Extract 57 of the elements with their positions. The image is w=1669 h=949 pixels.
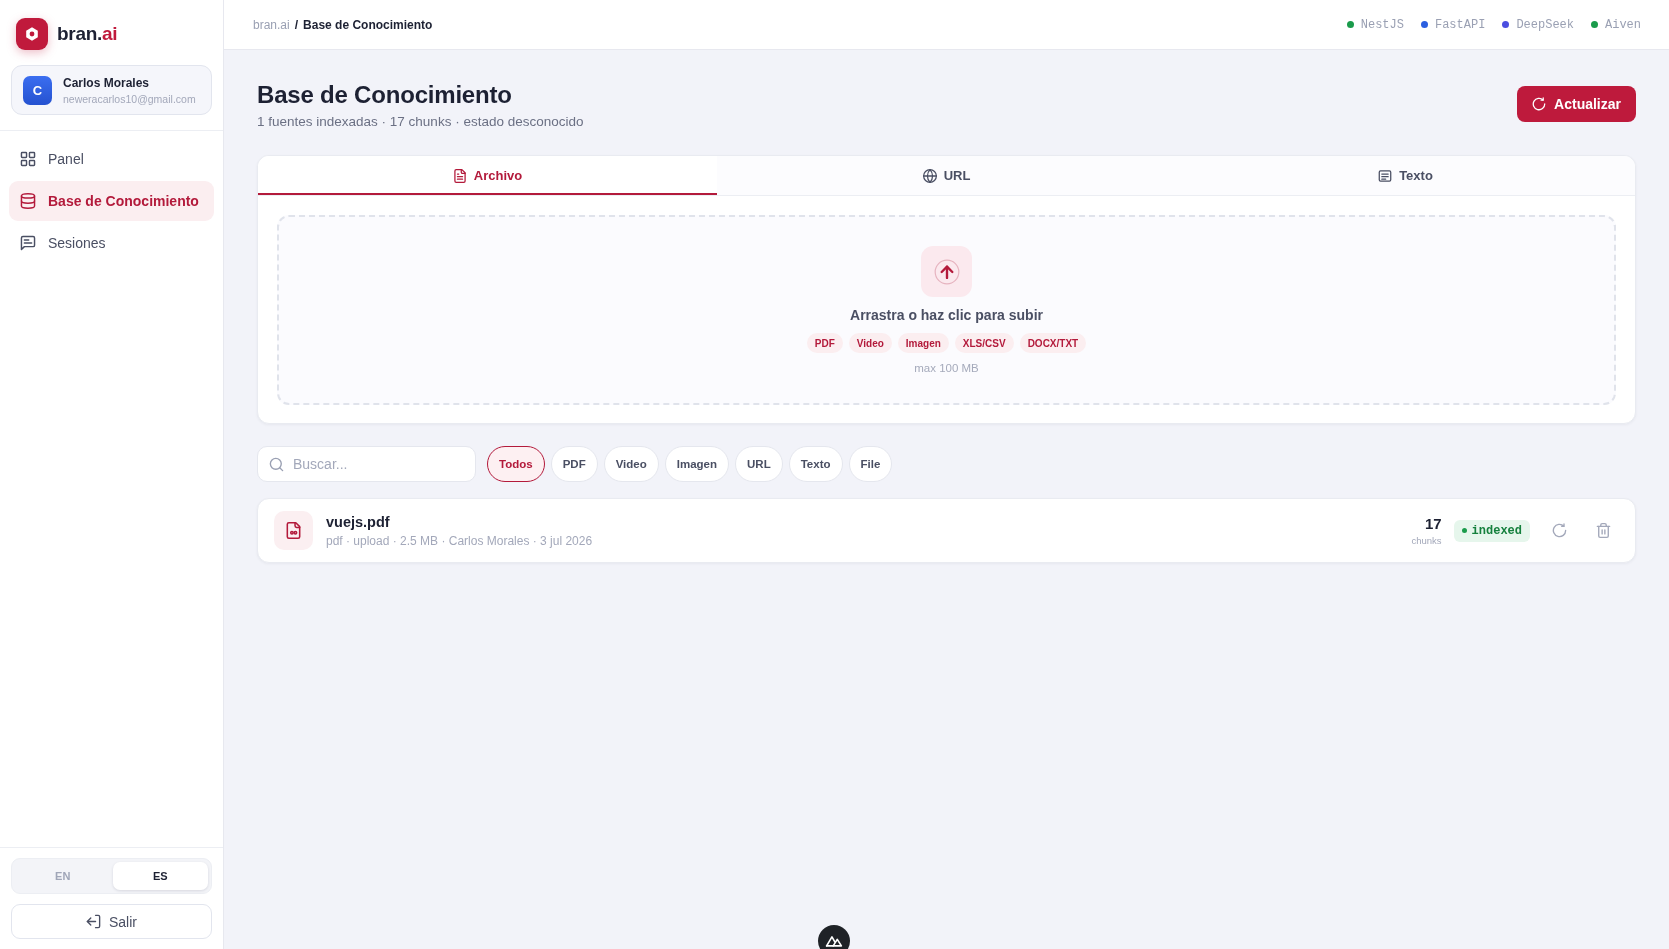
format-tag: PDF — [806, 333, 843, 353]
text-lines-icon — [1378, 168, 1393, 183]
globe-icon — [922, 168, 937, 183]
page-title: Base de Conocimiento — [257, 81, 513, 109]
breadcrumb-item: Base de Conocimiento — [303, 17, 433, 32]
grid-icon — [20, 151, 36, 167]
mountain-logo-icon[interactable] — [818, 925, 850, 949]
user-name: Carlos Morales — [63, 75, 151, 90]
format-tag: XLS/CSV — [954, 333, 1014, 353]
page-subtitle: 1 fuentes indexadas · 17 chunks · estado desconocido — [257, 113, 584, 131]
nav-item[interactable]: Panel — [9, 139, 214, 179]
status-dot-icon — [1461, 528, 1467, 533]
filter-chip[interactable]: File — [848, 446, 893, 482]
breadcrumb-separator: / — [294, 17, 299, 32]
service-name: FastAPI — [1434, 17, 1486, 32]
filter-chip[interactable]: Imagen — [664, 446, 730, 482]
user-email: neweracarlos10@gmail.com — [63, 92, 196, 105]
refresh-icon — [1532, 97, 1547, 111]
filter-chip[interactable]: Video — [603, 446, 659, 482]
chunk-label: chunks — [1411, 535, 1442, 546]
format-tag: Imagen — [897, 333, 949, 353]
source-meta: pdf · upload · 2.5 MB · Carlos Morales · 3 jul 2026 — [326, 533, 593, 548]
service-name: DeepSeek — [1516, 17, 1574, 32]
format-tag: Video — [848, 333, 892, 353]
tab[interactable]: Texto — [1176, 156, 1635, 195]
chat-icon — [20, 235, 36, 251]
source-name: vuejs.pdf — [326, 513, 391, 530]
upload-icon — [921, 246, 972, 297]
filter-chip[interactable]: Todos — [487, 446, 545, 482]
nav-item[interactable]: Base de Conocimiento — [9, 181, 214, 221]
logout-button[interactable]: Salir — [11, 904, 212, 939]
tab[interactable]: Archivo — [258, 156, 717, 195]
refresh-button[interactable]: Actualizar — [1517, 86, 1636, 122]
format-tag: DOCX/TXT — [1019, 333, 1087, 353]
brand-name: bran.ai — [57, 23, 118, 45]
document-icon — [452, 168, 467, 183]
language-option[interactable]: ES — [112, 862, 208, 890]
status-label: indexed — [1471, 523, 1522, 538]
dropzone-prompt: Arrastra o haz clic para subir — [850, 307, 1043, 323]
refresh-icon[interactable] — [1552, 523, 1567, 538]
search-field[interactable]: Buscar... — [257, 446, 476, 482]
search-icon — [269, 456, 284, 472]
service-name: Aiven — [1605, 17, 1641, 32]
logout-icon — [86, 914, 101, 929]
size-limit: max 100 MB — [914, 362, 979, 374]
chunk-count: 17 — [1423, 515, 1442, 532]
filter-chip[interactable]: PDF — [550, 446, 598, 482]
logo-icon — [16, 18, 48, 50]
nav-item[interactable]: Sesiones — [9, 223, 214, 263]
filter-chip[interactable]: Texto — [788, 446, 843, 482]
dropzone[interactable]: Arrastra o haz clic para subir PDF Video Imagen XLS/CSV DOCX/TXT max 100 MB — [277, 215, 1616, 405]
user-avatar: C — [23, 75, 52, 105]
database-icon — [20, 193, 36, 209]
file-icon — [274, 511, 313, 550]
filter-chip[interactable]: URL — [735, 446, 783, 482]
trash-icon[interactable] — [1596, 523, 1611, 538]
service-name: NestJS — [1360, 17, 1404, 32]
